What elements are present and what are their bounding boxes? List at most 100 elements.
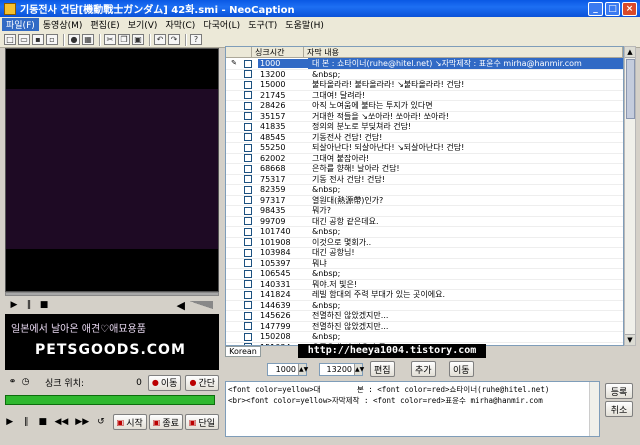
link-icon[interactable]: ⚭ [7, 377, 18, 388]
spin-arrow-icon[interactable]: ▲▼ [354, 364, 364, 375]
ad-banner[interactable]: 일본에서 날아온 애견♡애묘용품 PETSGOODS.COM [5, 314, 219, 370]
start-time-input[interactable]: 1000 ▲▼ [267, 363, 308, 376]
pause-button[interactable]: ‖ [24, 300, 34, 310]
row-checkbox[interactable] [244, 227, 252, 236]
sync-simple-label: 간단 [198, 379, 215, 389]
cancel-button[interactable]: 취소 [605, 401, 633, 417]
subtitle-grid[interactable]: 싱크시간 자막 내용 ✎ 1000 대 본 : 쇼타이너(ruhe@hitel.ne… [225, 46, 624, 346]
edit-button[interactable]: 편집 [370, 361, 395, 377]
single-button[interactable]: ▣ 단일 [184, 414, 219, 430]
redo-icon[interactable]: ↷ [168, 34, 180, 45]
row-checkbox[interactable] [244, 70, 252, 79]
start-button[interactable]: ▣ 시작 [112, 414, 147, 430]
row-checkbox[interactable] [244, 175, 252, 184]
table-row[interactable]: 75317 기동 전사 건담! 건담! [226, 175, 623, 185]
editor-scrollbar[interactable] [589, 382, 599, 436]
row-checkbox[interactable] [244, 238, 252, 247]
spin-arrow-icon[interactable]: ▲▼ [298, 364, 308, 375]
scroll-thumb[interactable] [626, 59, 635, 119]
rewind-button[interactable]: ◀◀ [54, 417, 68, 427]
menu-help[interactable]: 도움말(H) [281, 18, 328, 31]
row-checkbox[interactable] [244, 259, 252, 268]
close-button[interactable]: × [622, 1, 637, 16]
record-icon[interactable]: ● [68, 34, 80, 45]
row-checkbox[interactable] [244, 164, 252, 173]
maximize-button[interactable]: □ [605, 1, 620, 16]
menu-edit[interactable]: 편집(E) [86, 18, 123, 31]
table-row[interactable]: ✎ 1000 대 본 : 쇼타이너(ruhe@hitel.net) ↘자막제작 : … [226, 58, 623, 70]
table-row[interactable]: 105397 뭐냐 [226, 259, 623, 269]
forward-button[interactable]: ▶▶ [75, 417, 89, 427]
apply-button[interactable]: 등록 [605, 383, 633, 399]
bottom-pause-button[interactable]: ‖ [21, 417, 30, 427]
row-checkbox[interactable] [244, 101, 252, 110]
loop-button[interactable]: ↺ [96, 417, 105, 427]
sync-move-button[interactable]: ● 이동 [147, 374, 182, 391]
menu-view[interactable]: 보기(V) [124, 18, 162, 31]
new-icon[interactable]: □ [4, 34, 16, 45]
row-checkbox[interactable] [244, 112, 252, 121]
grid-scrollbar[interactable]: ▲ ▼ [624, 46, 636, 346]
table-row[interactable]: 147799 전멸하진 않았겠지만... [226, 322, 623, 332]
row-checkbox[interactable] [244, 280, 252, 289]
caption-editor[interactable]: <font color=yellow>대 본 : <font color=red… [225, 381, 600, 437]
row-checkbox[interactable] [244, 217, 252, 226]
table-row[interactable]: 141824 레빌 함대의 주력 부대가 있는 곳이에요. [226, 290, 623, 301]
title-bar[interactable]: 기동전사 건담[機動戰士ガンダム] 42화.smi - NeoCaption _… [0, 0, 640, 17]
clock-icon[interactable]: ◷ [20, 377, 31, 388]
end-time-input[interactable]: 13200 ▲▼ [319, 363, 364, 376]
tab-korean[interactable]: Korean [225, 346, 261, 357]
row-checkbox[interactable] [244, 59, 252, 68]
scroll-down-icon[interactable]: ▼ [625, 334, 635, 345]
row-checkbox[interactable] [244, 269, 252, 278]
row-checkbox[interactable] [244, 122, 252, 131]
row-checkbox[interactable] [244, 290, 252, 299]
row-checkbox[interactable] [244, 206, 252, 215]
stop-button[interactable]: ■ [39, 300, 49, 310]
end-button[interactable]: ▣ 종료 [148, 414, 183, 430]
menu-caption[interactable]: 자막(C) [161, 18, 199, 31]
row-checkbox[interactable] [244, 311, 252, 320]
copy-icon[interactable]: ❐ [118, 34, 130, 45]
grid-icon[interactable]: ▦ [82, 34, 94, 45]
row-checkbox[interactable] [244, 80, 252, 89]
move-button[interactable]: 이동 [449, 361, 474, 377]
volume-slider[interactable] [189, 301, 213, 309]
row-checkbox[interactable] [244, 248, 252, 257]
help-icon[interactable]: ? [190, 34, 202, 45]
add-button[interactable]: 추가 [411, 361, 436, 377]
header-caption[interactable]: 자막 내용 [304, 47, 623, 57]
save-icon[interactable]: ▪ [32, 34, 44, 45]
menu-file[interactable]: 파일(F) [2, 18, 39, 31]
app-icon [4, 2, 16, 15]
menu-multilang[interactable]: 다국어(L) [199, 18, 244, 31]
row-checkbox[interactable] [244, 185, 252, 194]
paste-icon[interactable]: ▣ [132, 34, 144, 45]
menu-video[interactable]: 동영상(M) [39, 18, 87, 31]
saveas-icon[interactable]: ▫ [46, 34, 58, 45]
bottom-stop-button[interactable]: ■ [38, 417, 47, 427]
menu-tools[interactable]: 도구(T) [244, 18, 281, 31]
row-checkbox[interactable] [244, 322, 252, 331]
minimize-button[interactable]: _ [588, 1, 603, 16]
row-checkbox[interactable] [244, 91, 252, 100]
table-row[interactable]: 99709 대긴 공항 같은데요. [226, 217, 623, 227]
header-sync-time[interactable]: 싱크시간 [252, 47, 304, 57]
row-checkbox[interactable] [244, 154, 252, 163]
open-icon[interactable]: ▭ [18, 34, 30, 45]
volume-icon[interactable]: ◀ [177, 299, 185, 312]
row-checkbox[interactable] [244, 143, 252, 152]
bottom-play-button[interactable]: ▶ [5, 417, 14, 427]
row-checkbox[interactable] [244, 133, 252, 142]
sync-simple-button[interactable]: ● 간단 [185, 374, 219, 391]
undo-icon[interactable]: ↶ [154, 34, 166, 45]
row-caption: 정의의 분노로 부딪쳐라 건담! [312, 122, 412, 132]
row-checkbox[interactable] [244, 301, 252, 310]
row-checkbox[interactable] [244, 196, 252, 205]
sync-progress-bar[interactable] [5, 395, 215, 405]
row-checkbox[interactable] [244, 332, 252, 341]
play-button[interactable]: ▶ [9, 300, 19, 310]
video-preview[interactable] [5, 48, 219, 292]
scroll-up-icon[interactable]: ▲ [625, 47, 635, 58]
cut-icon[interactable]: ✂ [104, 34, 116, 45]
